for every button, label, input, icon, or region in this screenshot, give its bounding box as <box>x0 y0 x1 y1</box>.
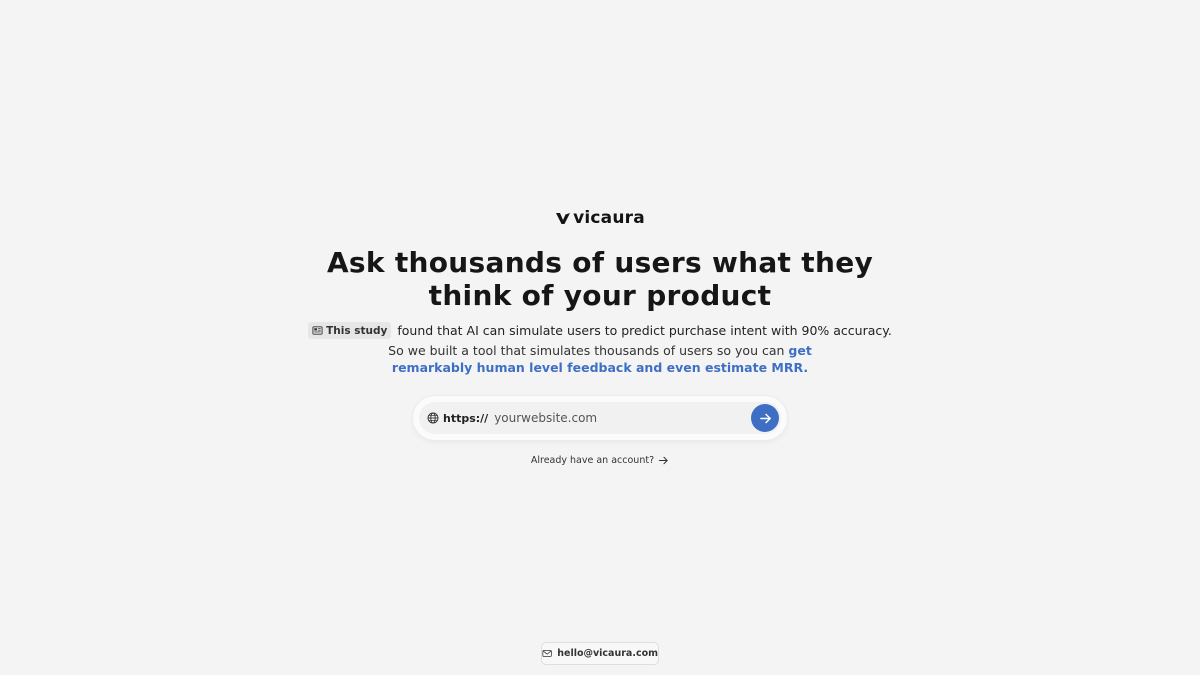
landing-page: vicaura Ask thousands of users what they… <box>0 0 1200 675</box>
sub-text: So we built a tool that simulates thousa… <box>388 343 785 358</box>
contact-email: hello@vicaura.com <box>557 648 658 659</box>
website-url-input[interactable] <box>494 411 751 425</box>
arrow-right-icon <box>759 413 771 423</box>
mail-icon <box>542 650 552 657</box>
brand-name: vicaura <box>573 208 645 228</box>
submit-url-button[interactable] <box>751 404 779 432</box>
study-text: found that AI can simulate users to pred… <box>397 323 892 338</box>
study-link[interactable]: This study <box>308 322 392 339</box>
login-link[interactable]: Already have an account? <box>0 455 1200 466</box>
headline-line-1: Ask thousands of users what they <box>326 246 874 279</box>
logo-mark-icon <box>556 213 571 224</box>
study-badge-label: This study <box>326 324 388 337</box>
arrow-right-icon <box>658 456 668 465</box>
sub-description: So we built a tool that simulates thousa… <box>360 342 840 376</box>
newspaper-icon <box>312 326 323 335</box>
url-prefix: https:// <box>443 411 489 425</box>
brand-logo[interactable]: vicaura <box>0 208 1200 228</box>
url-form: https:// <box>413 396 787 440</box>
study-line: This study found that AI can simulate us… <box>0 322 1200 339</box>
url-input-wrapper: https:// <box>419 402 781 434</box>
globe-icon <box>427 412 439 424</box>
contact-email-button[interactable]: hello@vicaura.com <box>541 642 659 665</box>
login-link-label: Already have an account? <box>530 455 655 466</box>
page-title: Ask thousands of users what they think o… <box>0 246 1200 312</box>
headline-line-2: think of your product <box>428 279 772 312</box>
